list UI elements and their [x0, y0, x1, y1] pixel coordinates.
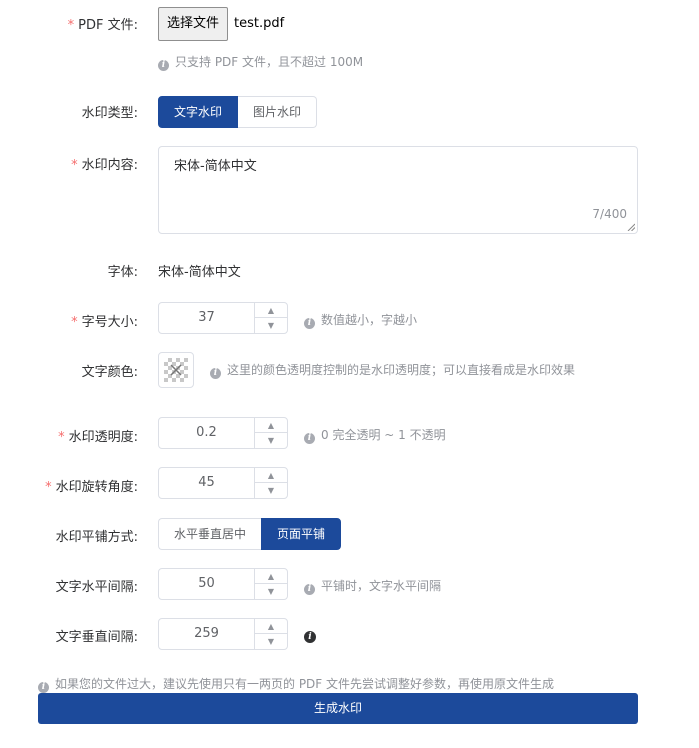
decrease-button[interactable]: ▼: [255, 584, 287, 599]
increase-button[interactable]: ▲: [255, 569, 287, 584]
transparent-swatch: [164, 358, 188, 382]
stepper-arrows: ▲ ▼: [254, 619, 287, 649]
v-spacing-input[interactable]: 259 ▲ ▼: [158, 618, 288, 650]
text-color-label: 文字颜色:: [81, 365, 138, 380]
watermark-content-value: 宋体-简体中文: [174, 159, 257, 174]
increase-button[interactable]: ▲: [255, 303, 287, 318]
generate-watermark-button[interactable]: 生成水印: [38, 693, 638, 724]
watermark-content-textarea[interactable]: 宋体-简体中文 7/400: [158, 146, 638, 234]
required-mark: *: [71, 158, 78, 173]
font-size-label: * 字号大小:: [71, 315, 138, 330]
stepper-arrows: ▲ ▼: [254, 468, 287, 498]
font-size-input[interactable]: 37 ▲ ▼: [158, 302, 288, 334]
info-icon: i: [304, 433, 315, 444]
h-spacing-value[interactable]: 50: [159, 569, 254, 599]
watermark-content-label: * 水印内容:: [71, 158, 138, 173]
info-icon: i: [210, 368, 221, 379]
decrease-button[interactable]: ▼: [255, 634, 287, 649]
h-spacing-label: 文字水平间隔:: [55, 580, 138, 595]
rotation-label: * 水印旋转角度:: [45, 480, 138, 495]
stepper-arrows: ▲ ▼: [254, 303, 287, 333]
choose-file-button[interactable]: 选择文件: [158, 7, 228, 41]
opacity-label: * 水印透明度:: [58, 430, 138, 445]
opacity-hint: i0 完全透明 ~ 1 不透明: [304, 426, 446, 444]
tiling-label: 水印平铺方式:: [55, 530, 138, 545]
decrease-button[interactable]: ▼: [255, 433, 287, 448]
info-icon: i: [304, 318, 315, 329]
x-icon: [170, 364, 182, 376]
file-hint: i 只支持 PDF 文件，且不超过 100M: [158, 53, 363, 71]
decrease-button[interactable]: ▼: [255, 318, 287, 333]
font-size-value[interactable]: 37: [159, 303, 254, 333]
resize-handle-icon[interactable]: [627, 223, 635, 231]
stepper-arrows: ▲ ▼: [254, 418, 287, 448]
opacity-input[interactable]: 0.2 ▲ ▼: [158, 417, 288, 449]
required-mark: *: [58, 430, 65, 445]
required-mark: *: [71, 315, 78, 330]
increase-button[interactable]: ▲: [255, 468, 287, 483]
required-mark: *: [45, 480, 52, 495]
h-spacing-hint: i 平铺时，文字水平间隔: [304, 577, 441, 595]
info-icon[interactable]: i: [304, 631, 316, 643]
selected-file-name: test.pdf: [234, 16, 285, 31]
increase-button[interactable]: ▲: [255, 619, 287, 634]
tiling-toggle: 水平垂直居中 页面平铺: [158, 518, 341, 550]
font-size-hint: i 数值越小，字越小: [304, 311, 417, 329]
option-center[interactable]: 水平垂直居中: [158, 518, 261, 550]
info-icon: i: [158, 60, 169, 71]
v-spacing-info: i: [304, 627, 322, 643]
info-icon: i: [304, 584, 315, 595]
rotation-value[interactable]: 45: [159, 468, 254, 498]
watermark-type-toggle: 文字水印 图片水印: [158, 96, 317, 128]
info-icon: i: [38, 682, 49, 693]
stepper-arrows: ▲ ▼: [254, 569, 287, 599]
font-label: 字体:: [107, 265, 138, 280]
increase-button[interactable]: ▲: [255, 418, 287, 433]
v-spacing-value[interactable]: 259: [159, 619, 254, 649]
color-picker[interactable]: [158, 352, 194, 388]
rotation-input[interactable]: 45 ▲ ▼: [158, 467, 288, 499]
text-color-hint: i 这里的颜色透明度控制的是水印透明度；可以直接看成是水印效果: [210, 361, 575, 379]
watermark-type-label: 水印类型:: [81, 106, 138, 121]
char-counter: 7/400: [592, 207, 627, 221]
option-page-tile[interactable]: 页面平铺: [261, 518, 341, 550]
opacity-value[interactable]: 0.2: [159, 418, 254, 448]
font-value: 宋体-简体中文: [158, 265, 241, 280]
footer-hint: i 如果您的文件过大，建议先使用只有一两页的 PDF 文件先尝试调整好参数，再使用…: [38, 675, 554, 693]
option-text-watermark[interactable]: 文字水印: [158, 96, 238, 128]
option-image-watermark[interactable]: 图片水印: [238, 96, 317, 128]
h-spacing-input[interactable]: 50 ▲ ▼: [158, 568, 288, 600]
decrease-button[interactable]: ▼: [255, 483, 287, 498]
pdf-file-label: * PDF 文件:: [67, 18, 138, 33]
v-spacing-label: 文字垂直间隔:: [55, 630, 138, 645]
required-mark: *: [67, 18, 75, 33]
